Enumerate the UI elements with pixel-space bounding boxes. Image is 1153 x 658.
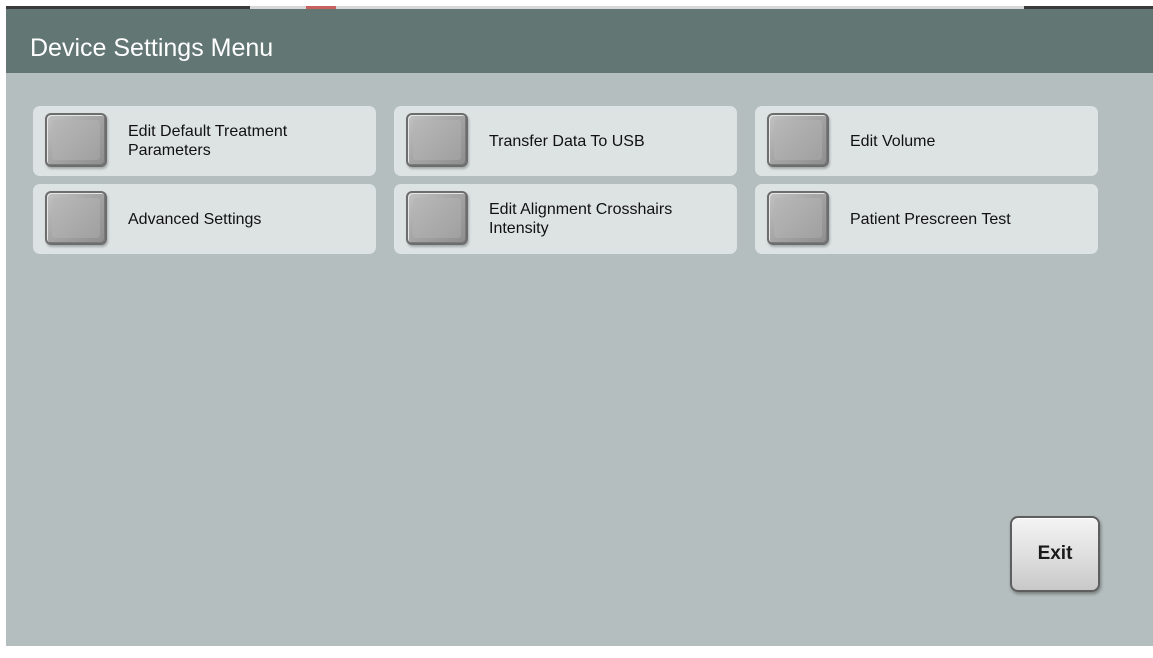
edit-default-treatment-parameters-button[interactable]: [45, 113, 107, 167]
tile-label-text: Edit Alignment Crosshairs Intensity: [489, 201, 673, 237]
transfer-data-to-usb-tile[interactable]: Transfer Data To USB: [394, 106, 737, 176]
button-bevel: [413, 120, 461, 160]
tile-label-text: Patient Prescreen Test: [850, 210, 1011, 228]
button-bevel: [413, 198, 461, 238]
transfer-data-to-usb-button[interactable]: [406, 113, 468, 167]
bottom-margin: [0, 646, 1153, 658]
edit-alignment-crosshairs-intensity-button[interactable]: [406, 191, 468, 245]
device-settings-screen: Device Settings Menu Edit Default Treatm…: [6, 6, 1153, 646]
tile-label: Edit Alignment Crosshairs Intensity: [489, 184, 729, 254]
patient-prescreen-test-tile[interactable]: Patient Prescreen Test: [755, 184, 1098, 254]
button-bevel: [774, 120, 822, 160]
tile-label-text: Advanced Settings: [128, 210, 262, 228]
patient-prescreen-test-button[interactable]: [767, 191, 829, 245]
tile-label-text: Edit Volume: [850, 132, 936, 150]
tile-label: Advanced Settings: [128, 184, 368, 254]
button-bevel: [52, 120, 100, 160]
page-title: Device Settings Menu: [30, 34, 274, 62]
button-bevel: [52, 198, 100, 238]
tile-label: Edit Volume: [850, 106, 1090, 176]
edit-volume-tile[interactable]: Edit Volume: [755, 106, 1098, 176]
exit-button[interactable]: Exit: [1010, 516, 1100, 592]
tile-label: Transfer Data To USB: [489, 106, 729, 176]
tile-label-text: Edit Default Treatment Parameters: [128, 123, 288, 159]
edit-default-treatment-parameters-tile[interactable]: Edit Default Treatment Parameters: [33, 106, 376, 176]
button-bevel: [774, 198, 822, 238]
advanced-settings-button[interactable]: [45, 191, 107, 245]
tile-label: Edit Default Treatment Parameters: [128, 106, 368, 176]
header-bar: Device Settings Menu: [6, 9, 1153, 73]
edit-alignment-crosshairs-intensity-tile[interactable]: Edit Alignment Crosshairs Intensity: [394, 184, 737, 254]
tile-label: Patient Prescreen Test: [850, 184, 1090, 254]
edit-volume-button[interactable]: [767, 113, 829, 167]
tile-label-text: Transfer Data To USB: [489, 132, 645, 150]
advanced-settings-tile[interactable]: Advanced Settings: [33, 184, 376, 254]
